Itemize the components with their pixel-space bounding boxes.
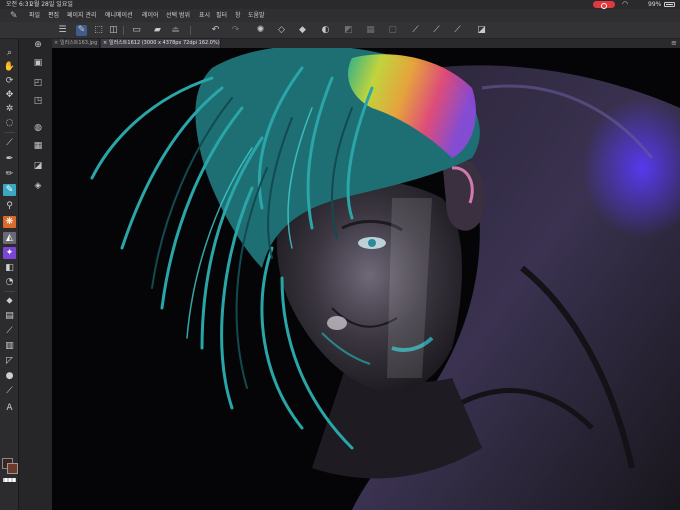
subtool-icon[interactable]: ▣: [31, 57, 45, 69]
outside-icon[interactable]: ▢: [387, 25, 398, 36]
document-tabs: × 일러스트163.jpg × 일러스트1612 (3000 x 4378px …: [52, 39, 680, 48]
sub-color-swatch[interactable]: [7, 463, 18, 474]
layer-property-icon[interactable]: ◪: [31, 160, 45, 172]
fill-bucket-icon[interactable]: ⬥: [3, 295, 16, 307]
redo-icon[interactable]: ↷: [230, 25, 241, 36]
pen-icon[interactable]: ✒: [3, 153, 16, 165]
save-icon[interactable]: ⏏: [170, 25, 181, 36]
drawing-canvas[interactable]: [52, 48, 680, 510]
gradient-icon[interactable]: ▤: [3, 310, 16, 322]
menu-filter[interactable]: 필터: [216, 9, 227, 22]
airbrush-icon[interactable]: ⚲: [3, 200, 16, 212]
battery-icon: [664, 2, 675, 7]
deselect-icon[interactable]: ◇: [276, 25, 287, 36]
correct-line-icon[interactable]: ⟋: [3, 385, 16, 397]
menu-animation[interactable]: 애니메이션: [105, 9, 133, 22]
tab-document-1[interactable]: × 일러스트163.jpg: [52, 39, 100, 48]
transform-icon[interactable]: ✺: [255, 25, 266, 36]
menu-bar: ✎ 파일 편집 페이지 관리 애니메이션 레이어 선택 범위 표시 필터 창 도…: [0, 9, 680, 22]
menu-selection[interactable]: 선택 범위: [166, 9, 190, 22]
screen-record-icon[interactable]: [593, 1, 615, 9]
pen-tool-icon[interactable]: ✎: [76, 25, 87, 36]
lasso-icon[interactable]: ◌: [3, 117, 16, 129]
tab-document-2[interactable]: × 일러스트1612 (3000 x 4378px 72dpi 162.0%): [101, 39, 221, 48]
status-time: 오전 6:31: [6, 1, 33, 8]
text-icon[interactable]: A: [3, 402, 16, 414]
menu-edit[interactable]: 편집: [48, 9, 59, 22]
menu-help[interactable]: 도움말: [248, 9, 265, 22]
tab-label: 일러스트1612 (3000 x 4378px 72dpi 162.0%): [109, 40, 220, 46]
stabilizer-2-icon[interactable]: ⟋: [431, 25, 442, 36]
command-bar: ☰ ✎ ⬚ ◫ ▭ ▰ ⏏ ↶ ↷ ✺ ◇ ◆ ◐ ◩ ▦ ▢ ⟋ ⟋ ⟋ ◪: [0, 22, 680, 39]
sub-palette-strip: ⊕ ▣ ◰ ◳ ◍ ▦ ◪ ◈: [19, 39, 52, 510]
stabilizer-3-icon[interactable]: ⟋: [452, 25, 463, 36]
brush-size-icon[interactable]: ◳: [31, 95, 45, 107]
navigator-icon[interactable]: ⊕: [31, 39, 45, 51]
move-icon[interactable]: ✥: [3, 89, 16, 101]
status-date: 2월 28일 일요일: [30, 1, 73, 8]
layer-toggle-icon[interactable]: ◫: [108, 25, 119, 36]
clear-icon[interactable]: ◩: [343, 25, 354, 36]
battery-percent: 99%: [648, 1, 662, 8]
magic-wand-icon[interactable]: ✲: [3, 103, 16, 115]
fill-bucket-icon[interactable]: ◔: [3, 276, 16, 288]
fill-icon[interactable]: ◐: [320, 25, 331, 36]
menu-view[interactable]: 표시: [199, 9, 210, 22]
eyedropper-icon[interactable]: ⟋: [3, 137, 16, 149]
artwork: [90, 48, 680, 510]
color-set-icon[interactable]: ▦: [31, 140, 45, 152]
selection-icon[interactable]: ⬚: [93, 25, 104, 36]
new-icon[interactable]: ▭: [131, 25, 142, 36]
decoration-icon[interactable]: ❋: [3, 216, 16, 228]
grid-icon[interactable]: ▦: [365, 25, 376, 36]
brush-icon[interactable]: ✎: [3, 184, 16, 196]
zoom-icon[interactable]: ⌕: [3, 47, 16, 59]
color-swatches[interactable]: [2, 458, 18, 474]
menu-file[interactable]: 파일: [29, 9, 40, 22]
undo-icon[interactable]: ↶: [210, 25, 221, 36]
menu-icon[interactable]: ☰: [57, 25, 68, 36]
hand-icon[interactable]: ✋: [3, 61, 16, 73]
close-icon[interactable]: ×: [54, 39, 58, 48]
menu-page-management[interactable]: 페이지 관리: [67, 9, 97, 22]
color-wheel-icon[interactable]: ◍: [31, 122, 45, 134]
menu-window[interactable]: 창: [235, 9, 241, 22]
menu-layer[interactable]: 레이어: [142, 9, 159, 22]
tab-label: 일러스트163.jpg: [60, 40, 98, 46]
stabilizer-1-icon[interactable]: ⟋: [410, 25, 421, 36]
invert-icon[interactable]: ◆: [297, 25, 308, 36]
effect-icon[interactable]: ✦: [3, 247, 16, 259]
blend-icon[interactable]: ◭: [3, 232, 16, 244]
eraser-setting-icon[interactable]: ◪: [476, 25, 487, 36]
pencil-icon[interactable]: ✏: [3, 168, 16, 180]
close-icon[interactable]: ×: [103, 39, 107, 48]
balloon-icon[interactable]: ●: [3, 370, 16, 382]
ruler-icon[interactable]: ▥: [3, 340, 16, 352]
layer-icon[interactable]: ◈: [31, 180, 45, 192]
tab-menu-icon[interactable]: ≡: [671, 39, 677, 48]
figure-icon[interactable]: ⟋: [3, 325, 16, 337]
frame-icon[interactable]: ◸: [3, 355, 16, 367]
rotate-icon[interactable]: ⟳: [3, 75, 16, 87]
transparent-color-swatch[interactable]: [3, 478, 16, 482]
ios-status-bar: 오전 6:31 2월 28일 일요일 ◠ 99%: [0, 0, 680, 9]
tool-palette: ⌕ ✋ ⟳ ✥ ✲ ◌ ⟋ ✒ ✏ ✎ ⚲ ❋ ◭ ✦ ◧ ◔ ⬥ ▤ ⟋ ▥ …: [0, 39, 19, 510]
tool-property-icon[interactable]: ◰: [31, 77, 45, 89]
eraser-icon[interactable]: ◧: [3, 262, 16, 274]
open-icon[interactable]: ▰: [152, 25, 163, 36]
wifi-icon: ◠: [622, 0, 629, 8]
